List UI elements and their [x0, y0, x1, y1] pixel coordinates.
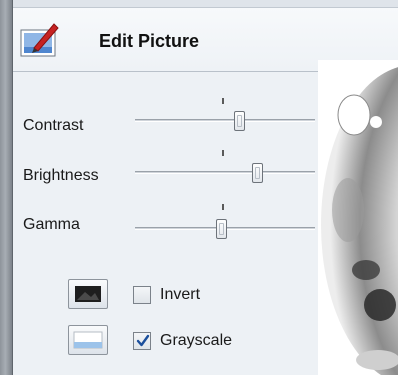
grayscale-label[interactable]: Grayscale — [160, 332, 232, 350]
brightness-slider-thumb[interactable] — [252, 163, 263, 183]
invert-icon[interactable] — [68, 279, 108, 309]
contrast-slider-track[interactable] — [135, 119, 315, 122]
invert-checkbox[interactable] — [133, 286, 151, 304]
brightness-slider-track[interactable] — [135, 171, 315, 174]
window-frame-left — [0, 0, 13, 375]
check-icon — [136, 334, 150, 347]
brightness-default-tick — [222, 150, 224, 156]
gamma-label: Gamma — [23, 216, 80, 233]
contrast-label: Contrast — [23, 117, 84, 134]
brightness-label: Brightness — [23, 167, 99, 184]
top-strip — [13, 0, 398, 8]
page-title: Edit Picture — [99, 31, 200, 51]
invert-label[interactable]: Invert — [160, 286, 200, 304]
gamma-slider-thumb[interactable] — [216, 219, 227, 239]
edit-picture-icon — [19, 18, 61, 60]
contrast-slider-thumb[interactable] — [234, 111, 245, 131]
grayscale-checkbox[interactable] — [133, 332, 151, 350]
gamma-default-tick — [222, 204, 224, 210]
contrast-default-tick — [222, 98, 224, 104]
grayscale-icon[interactable] — [68, 325, 108, 355]
picture-preview — [318, 60, 398, 375]
